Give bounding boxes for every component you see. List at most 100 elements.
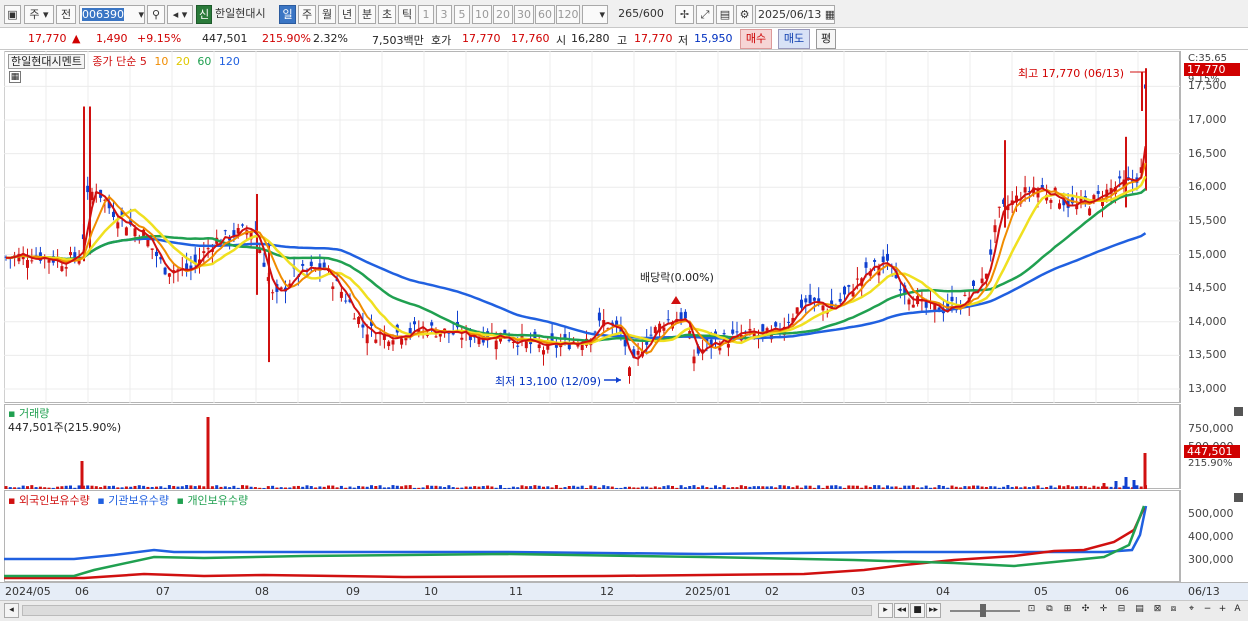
high-price: 17,770 [634,32,673,45]
scroll-right-icon[interactable]: ▸ [878,603,893,618]
ma60-line [5,188,1147,343]
volume-bar [1053,487,1057,489]
code-input[interactable]: 006390 ▾ [79,5,145,24]
volume-bar [99,487,103,489]
candle-body [64,267,68,269]
candle-body [731,329,735,334]
search-icon[interactable]: ⚲ [147,5,165,24]
draw-tool-icon[interactable]: ⤢ [696,5,714,24]
restore-icon[interactable]: ⧈ [1166,603,1181,618]
volume-bar [1010,486,1014,489]
volume-bar [26,486,29,489]
interval-5[interactable]: 5 [454,5,470,24]
interval-30[interactable]: 30 [514,5,534,24]
period-tick[interactable]: 틱 [398,5,416,24]
volume-spike [1114,481,1118,489]
prev-button[interactable]: 전 [56,5,76,24]
zoom-in-icon[interactable]: + [1215,603,1230,618]
period-second[interactable]: 초 [378,5,396,24]
volume-bar [649,487,653,489]
settings-icon[interactable]: ⚙ [736,5,753,24]
candle-body [271,292,275,294]
volume-bar [929,487,932,489]
scroll-track[interactable] [22,605,872,616]
volume-bar [180,486,184,489]
individual-legend-label: 개인보유수량 [187,494,249,507]
text-size-icon[interactable]: A [1230,603,1245,618]
buy-button[interactable]: 매수 [740,29,772,49]
interval-120[interactable]: 120 [556,5,580,24]
volume-bar [309,486,313,489]
volume-bar [1045,487,1049,489]
interval-60[interactable]: 60 [535,5,555,24]
volume-bar [860,487,864,489]
volume-bar [473,486,477,489]
zoom-slider-handle[interactable] [980,604,986,617]
date-field[interactable]: 2025/06/13 ▦ [755,5,835,24]
candle-body [26,260,29,268]
volume-chart[interactable] [4,404,1180,489]
period-day[interactable]: 일 [279,5,296,24]
grid-toggle-icon[interactable]: ▦ [9,71,21,83]
holdings-close-icon[interactable] [1234,493,1243,502]
chart-type-icon[interactable]: ⊡ [1024,603,1039,618]
chart-overlay-icon[interactable]: ⊞ [1060,603,1075,618]
volume-bar [533,485,537,489]
candle-body [223,230,227,232]
stop-icon[interactable]: ■ [910,603,925,618]
volume-bar [460,487,464,489]
volume-bar [748,486,752,489]
volume-bar [17,487,21,489]
crosshair-icon[interactable]: ✢ [675,5,694,24]
volume-bar [1036,485,1040,489]
price-chart[interactable] [4,51,1180,403]
volume-bar [357,485,361,489]
camera-icon[interactable]: ⌖ [1184,603,1199,618]
scroll-left-icon[interactable]: ◂ [4,603,19,618]
period-month[interactable]: 월 [318,5,336,24]
candle-body [361,324,365,328]
volume-bar [868,486,872,489]
period-year[interactable]: 년 [338,5,356,24]
crosshair-alt-icon[interactable]: ✛ [1096,603,1111,618]
crosshair-mode-icon[interactable]: ✣ [1078,603,1093,618]
layout-grid-icon[interactable]: ⊠ [1150,603,1165,618]
volume-bar [421,487,425,489]
avg-button[interactable]: 평 [816,29,836,49]
chart-copy-icon[interactable]: ⧉ [1042,603,1057,618]
save-icon[interactable]: ▤ [716,5,734,24]
volume-bar [761,486,765,489]
layout-stack-icon[interactable]: ▤ [1132,603,1147,618]
candle-body [163,267,167,275]
candle-body [787,321,791,323]
interval-10[interactable]: 10 [472,5,492,24]
period-minute[interactable]: 분 [358,5,376,24]
layout-split-icon[interactable]: ⊟ [1114,603,1129,618]
foreign-line [4,507,1146,580]
count-display[interactable]: 265/600 [612,5,670,24]
interval-20[interactable]: 20 [493,5,513,24]
zoom-out-icon[interactable]: − [1200,603,1215,618]
interval-custom-select[interactable]: ▾ [582,5,608,24]
interval-3[interactable]: 3 [436,5,452,24]
layout-icon[interactable]: ▣ [4,5,21,24]
period-week[interactable]: 주 [298,5,316,24]
sell-button[interactable]: 매도 [778,29,810,49]
volume-bar [438,486,442,489]
volume-bar [193,486,197,489]
sound-icon[interactable]: ◂ ▾ [167,5,193,24]
fast-forward-icon[interactable]: ▸▸ [926,603,941,618]
volume-bar [954,486,958,489]
interval-1[interactable]: 1 [418,5,434,24]
market-select[interactable]: 주 ▾ [24,5,54,24]
current-price: 17,770 [28,32,67,45]
quote-bar: 17,770 ▲ 1,490 +9.15% 447,501 215.90% 2.… [0,28,1248,50]
volume-bar [266,486,270,489]
panel-close-icon[interactable] [1234,407,1243,416]
volume-bar [696,487,700,489]
candle-body [357,317,361,325]
rewind-icon[interactable]: ◂◂ [894,603,909,618]
volume-bar [176,486,180,489]
current-price-marker: 17,770 [1184,63,1240,76]
volume-bar [520,485,524,489]
